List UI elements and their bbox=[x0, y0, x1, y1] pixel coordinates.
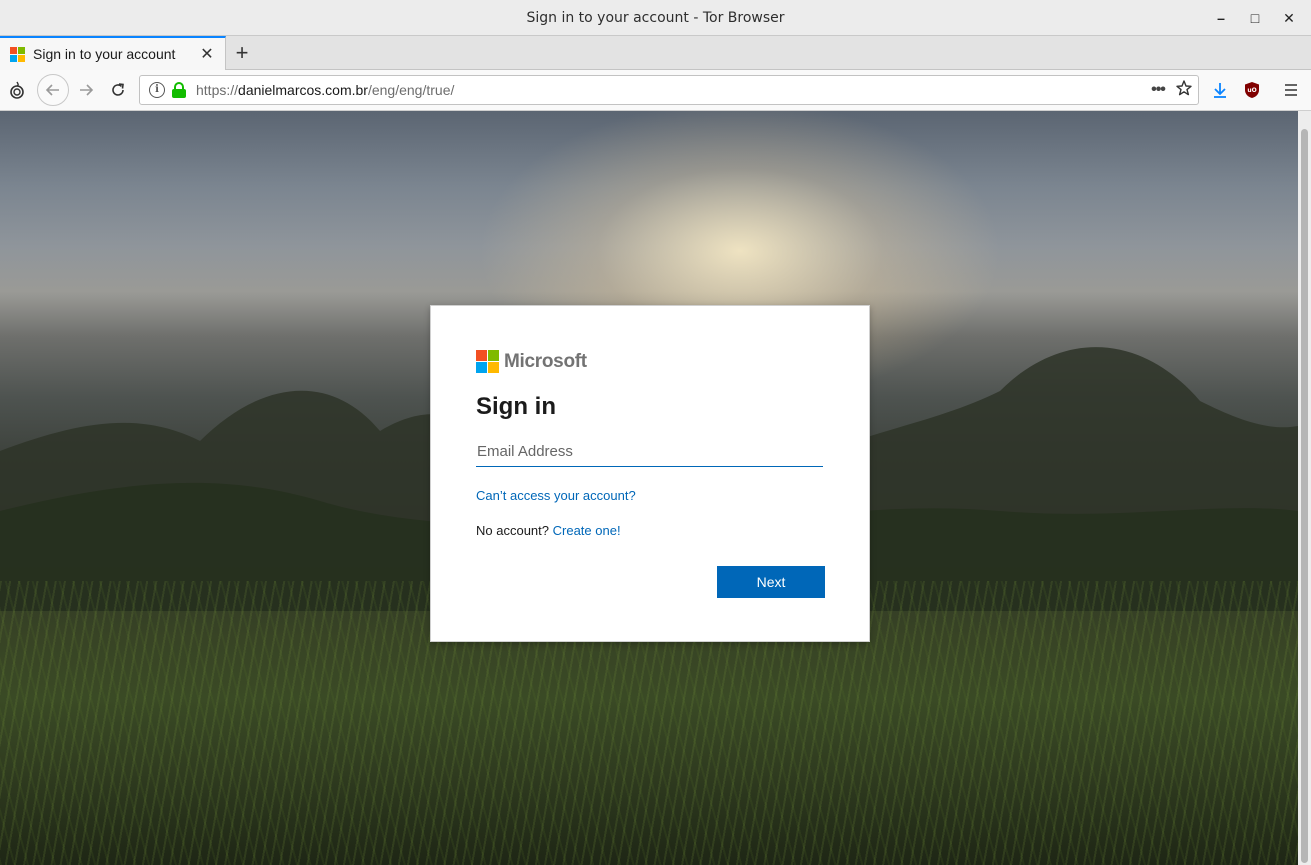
vertical-scrollbar[interactable] bbox=[1298, 111, 1311, 865]
next-button[interactable]: Next bbox=[717, 566, 825, 598]
url-text[interactable]: https://danielmarcos.com.br/eng/eng/true… bbox=[196, 82, 1146, 98]
url-host: danielmarcos.com.br bbox=[238, 82, 368, 98]
brand-name: Microsoft bbox=[504, 350, 587, 372]
tab-title: Sign in to your account bbox=[33, 46, 176, 62]
tab-close-icon[interactable]: ✕ bbox=[197, 44, 217, 64]
no-account-label: No account? bbox=[476, 523, 549, 538]
info-icon[interactable]: i bbox=[149, 82, 165, 98]
email-input[interactable] bbox=[476, 437, 823, 467]
url-path: /eng/eng/true/ bbox=[367, 82, 455, 98]
window-controls: – □ ✕ bbox=[1207, 0, 1303, 36]
window-title: Sign in to your account - Tor Browser bbox=[526, 9, 785, 26]
page-actions-icon[interactable]: ••• bbox=[1146, 81, 1170, 99]
url-scheme: https:// bbox=[196, 82, 239, 98]
ublock-icon[interactable]: uO bbox=[1238, 76, 1266, 104]
reload-icon[interactable] bbox=[104, 76, 132, 104]
back-arrow-icon[interactable] bbox=[37, 74, 69, 106]
microsoft-favicon-icon bbox=[10, 46, 25, 62]
forward-arrow-icon[interactable] bbox=[72, 76, 100, 104]
minimize-button[interactable]: – bbox=[1207, 4, 1235, 32]
create-account-link[interactable]: Create one! bbox=[553, 523, 621, 538]
maximize-button[interactable]: □ bbox=[1241, 4, 1269, 32]
signin-card: Microsoft Sign in Can’t access your acco… bbox=[430, 305, 870, 642]
microsoft-logo: Microsoft bbox=[476, 350, 824, 373]
tab-strip: Sign in to your account ✕ + bbox=[0, 36, 1311, 70]
bookmark-star-icon[interactable] bbox=[1170, 79, 1198, 102]
lock-icon[interactable] bbox=[172, 82, 186, 98]
microsoft-logo-icon bbox=[476, 350, 499, 373]
scrollbar-thumb[interactable] bbox=[1301, 129, 1308, 863]
tab-sign-in[interactable]: Sign in to your account ✕ bbox=[0, 36, 226, 70]
download-icon[interactable] bbox=[1206, 76, 1234, 104]
signin-heading: Sign in bbox=[476, 393, 556, 420]
navigation-toolbar: i https://danielmarcos.com.br/eng/eng/tr… bbox=[0, 70, 1311, 111]
new-tab-button[interactable]: + bbox=[230, 40, 254, 66]
hamburger-menu-icon[interactable] bbox=[1277, 76, 1305, 104]
svg-text:uO: uO bbox=[1247, 87, 1256, 94]
tor-onion-icon[interactable] bbox=[3, 76, 31, 104]
url-bar[interactable]: i https://danielmarcos.com.br/eng/eng/tr… bbox=[139, 75, 1199, 105]
cant-access-account-link[interactable]: Can’t access your account? bbox=[476, 488, 824, 503]
window-titlebar: Sign in to your account - Tor Browser – … bbox=[0, 0, 1311, 36]
page-background: Microsoft Sign in Can’t access your acco… bbox=[0, 111, 1298, 865]
close-window-button[interactable]: ✕ bbox=[1275, 4, 1303, 32]
no-account-text: No account? Create one! bbox=[476, 523, 824, 538]
